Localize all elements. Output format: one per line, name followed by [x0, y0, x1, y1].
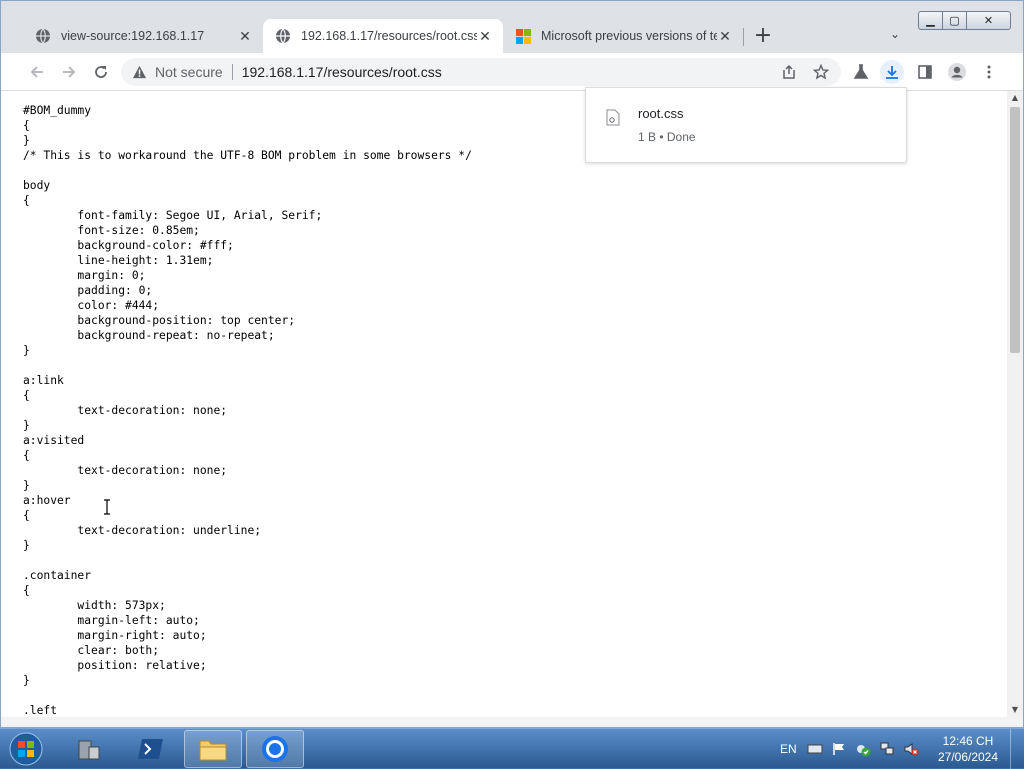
- warning-icon[interactable]: [131, 64, 147, 80]
- labs-button[interactable]: [849, 60, 873, 84]
- browser-toolbar: Not secure 192.168.1.17/resources/root.c…: [1, 53, 1023, 91]
- show-desktop-button[interactable]: [1010, 729, 1024, 769]
- omnibox-divider: [231, 64, 233, 80]
- tab-close-icon[interactable]: ✕: [717, 28, 733, 44]
- network-icon[interactable]: [878, 741, 896, 757]
- download-status: 1 B • Done: [638, 130, 696, 144]
- minimize-button[interactable]: ▁: [918, 11, 943, 30]
- text-cursor-icon: [104, 499, 110, 515]
- tab-label: Microsoft previous versions of te: [541, 29, 717, 43]
- side-panel-button[interactable]: [913, 60, 937, 84]
- taskbar-server-manager[interactable]: [60, 730, 118, 768]
- download-bubble: root.css 1 B • Done: [585, 87, 907, 163]
- security-shield-icon[interactable]: [854, 741, 872, 757]
- tab-label: view-source:192.168.1.17: [61, 29, 205, 43]
- star-icon: [813, 64, 829, 80]
- taskbar-powershell[interactable]: [122, 730, 180, 768]
- share-button[interactable]: [777, 60, 801, 84]
- security-status-label[interactable]: Not secure: [155, 64, 223, 80]
- back-arrow-icon: [30, 66, 43, 78]
- reload-icon: [95, 66, 107, 78]
- kebab-menu-icon: [987, 65, 991, 79]
- tab-close-icon[interactable]: ✕: [477, 28, 493, 44]
- tab-close-icon[interactable]: ✕: [237, 28, 253, 44]
- tab-label: 192.168.1.17/resources/root.css: [301, 29, 477, 43]
- maximize-button[interactable]: ▢: [942, 11, 967, 30]
- system-tray: EN: [780, 729, 923, 769]
- action-center-flag-icon[interactable]: [830, 741, 848, 757]
- tab-divider: [743, 28, 744, 46]
- server-manager-icon: [78, 740, 100, 760]
- scroll-up-arrow-icon[interactable]: ▲: [1007, 91, 1023, 105]
- forward-button[interactable]: [57, 60, 81, 84]
- menu-button[interactable]: [977, 60, 1001, 84]
- tab-root-css[interactable]: 192.168.1.17/resources/root.css ✕: [263, 19, 503, 53]
- forward-arrow-icon: [63, 66, 76, 78]
- volume-muted-icon[interactable]: [902, 741, 920, 757]
- clock-time: 12:46 CH: [942, 734, 994, 748]
- clock[interactable]: 12:46 CH 27/06/2024: [935, 733, 1001, 765]
- globe-icon: [35, 28, 51, 44]
- folder-icon: [199, 740, 227, 761]
- scroll-down-arrow-icon[interactable]: ▼: [1007, 703, 1023, 717]
- profile-button[interactable]: [945, 60, 969, 84]
- scrollbar-thumb[interactable]: [1010, 107, 1020, 353]
- microsoft-logo-icon: [515, 28, 531, 44]
- keyboard-icon[interactable]: [806, 741, 824, 757]
- powershell-icon: [138, 739, 163, 759]
- globe-icon: [275, 28, 291, 44]
- bookmark-button[interactable]: [809, 60, 833, 84]
- downloads-button[interactable]: [880, 60, 904, 84]
- share-icon: [783, 64, 795, 79]
- url-text[interactable]: 192.168.1.17/resources/root.css: [242, 64, 442, 80]
- windows-logo-icon: [9, 732, 43, 766]
- download-filename[interactable]: root.css: [638, 106, 684, 121]
- tab-view-source[interactable]: view-source:192.168.1.17 ✕: [23, 19, 263, 53]
- back-button[interactable]: [25, 60, 49, 84]
- taskbar-explorer[interactable]: [184, 730, 242, 768]
- taskbar: EN 12:46 CH 27/06/2024: [0, 728, 1024, 769]
- close-window-button[interactable]: ✕: [966, 11, 1011, 30]
- download-icon: [886, 66, 898, 79]
- css-source-text[interactable]: #BOM_dummy { } /* This is to workaround …: [23, 103, 472, 717]
- vertical-scrollbar[interactable]: ▲ ▼: [1007, 91, 1023, 717]
- clock-date: 27/06/2024: [937, 750, 999, 764]
- tab-search-icon[interactable]: ⌄: [886, 27, 904, 45]
- start-button[interactable]: [6, 731, 46, 767]
- new-tab-button[interactable]: +: [751, 25, 775, 49]
- browser-window: view-source:192.168.1.17 ✕ 192.168.1.17/…: [0, 0, 1024, 728]
- chrome-icon: [262, 736, 288, 762]
- file-icon: [606, 109, 620, 126]
- address-bar[interactable]: Not secure 192.168.1.17/resources/root.c…: [121, 58, 841, 86]
- profile-avatar-icon: [948, 63, 966, 81]
- side-panel-icon: [918, 65, 932, 79]
- page-content[interactable]: #BOM_dummy { } /* This is to workaround …: [1, 91, 1007, 717]
- taskbar-chrome[interactable]: [246, 730, 304, 768]
- flask-icon: [853, 64, 869, 79]
- language-indicator[interactable]: EN: [780, 742, 797, 756]
- reload-button[interactable]: [89, 60, 113, 84]
- tab-strip: view-source:192.168.1.17 ✕ 192.168.1.17/…: [1, 1, 1023, 53]
- tab-microsoft[interactable]: Microsoft previous versions of te ✕: [503, 19, 743, 53]
